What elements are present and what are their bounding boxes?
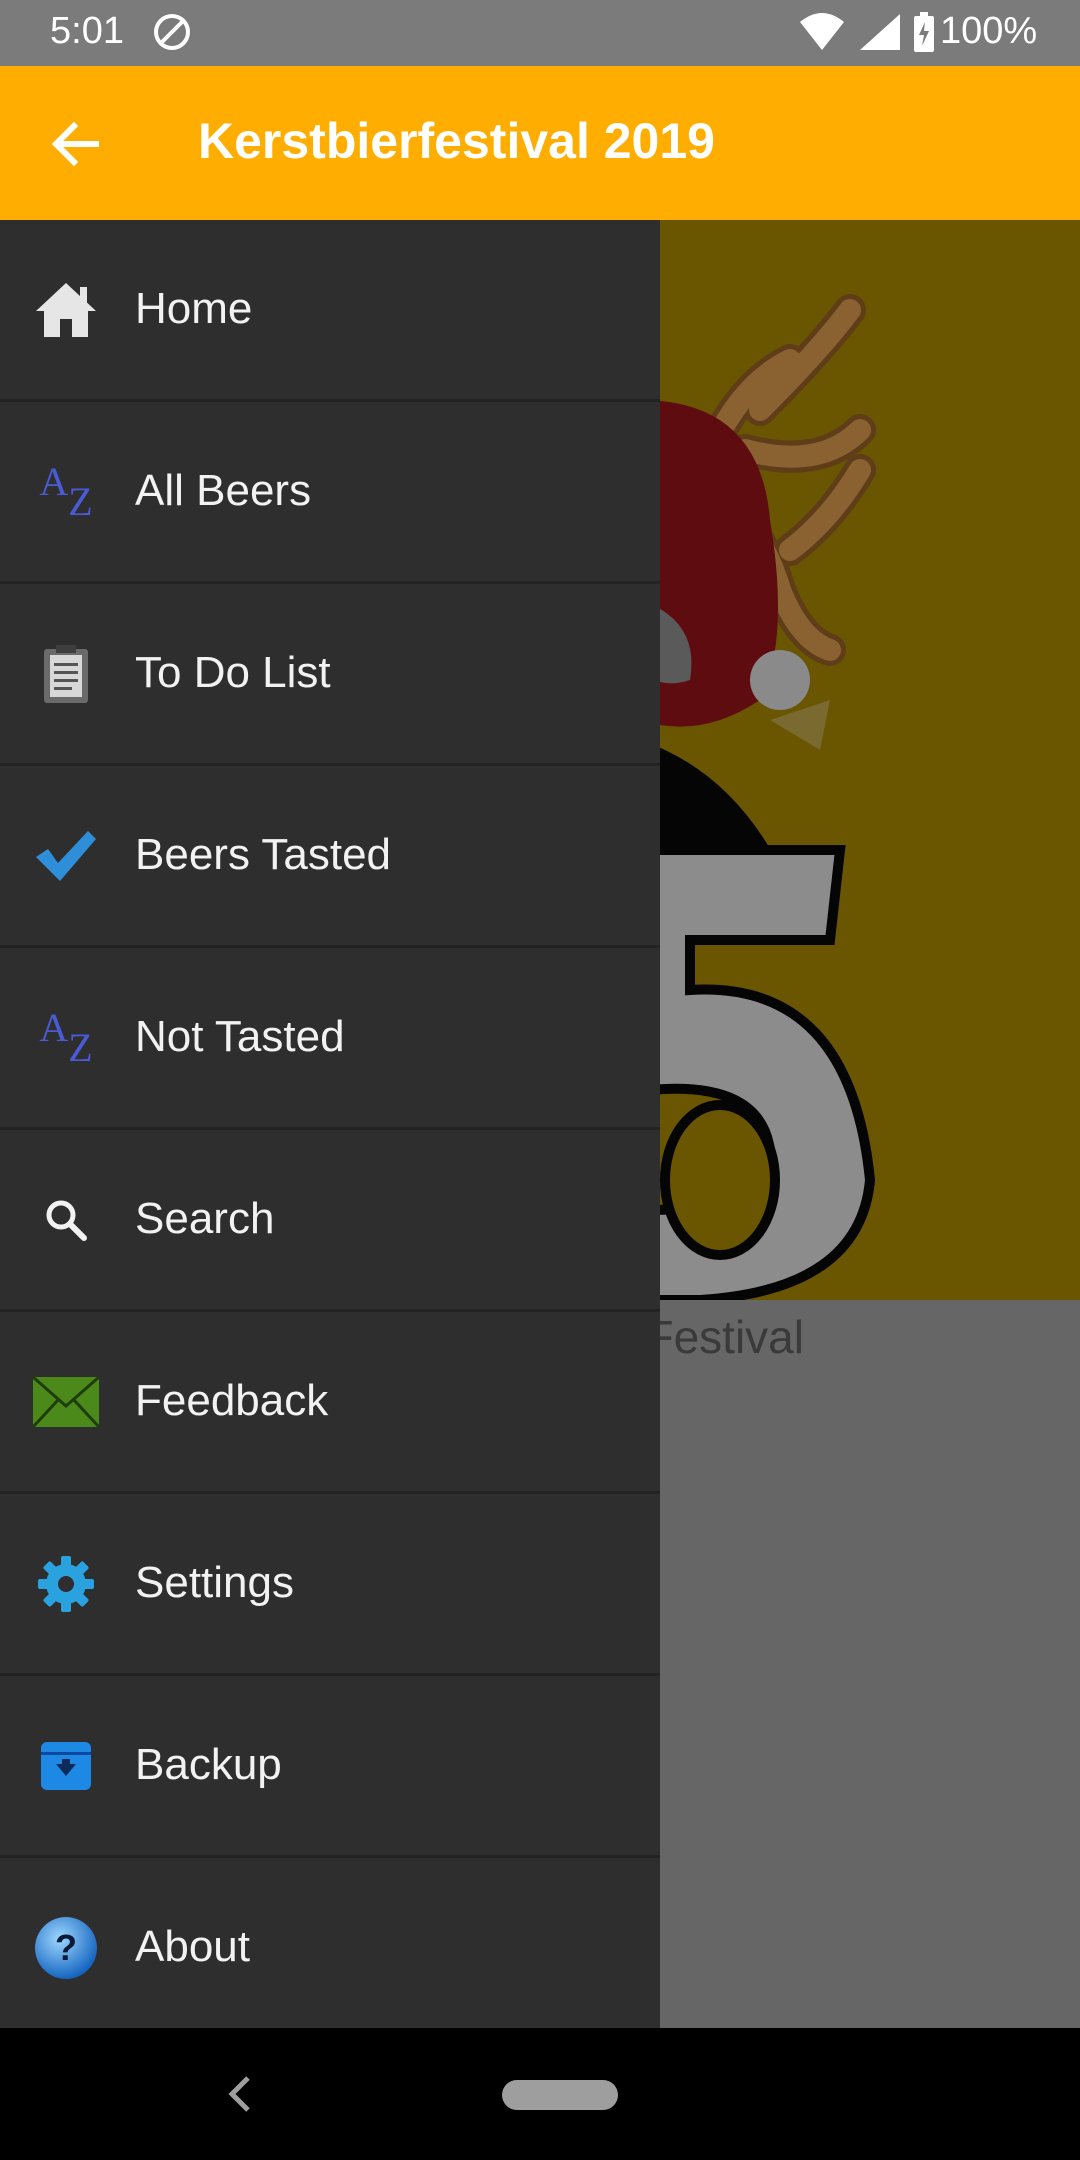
at-sign-icon — [154, 14, 190, 50]
drawer-item-label: Settings — [135, 1558, 294, 1607]
drawer-item-all-beers[interactable]: AZ All Beers — [0, 402, 660, 584]
drawer-item-label: To Do List — [135, 648, 331, 697]
drawer-item-label: Search — [135, 1194, 275, 1243]
drawer-item-not-tasted[interactable]: AZ Not Tasted — [0, 948, 660, 1130]
search-icon — [32, 1186, 100, 1254]
envelope-icon — [32, 1368, 100, 1436]
drawer-item-label: All Beers — [135, 466, 312, 515]
archive-icon — [32, 1732, 100, 1800]
gear-icon — [32, 1550, 100, 1618]
drawer-item-home[interactable]: Home — [0, 220, 660, 402]
clipboard-icon — [32, 640, 100, 708]
az-sort-icon: AZ — [39, 459, 93, 524]
nav-home-pill[interactable] — [502, 2080, 618, 2110]
nav-back-icon[interactable] — [224, 2072, 254, 2116]
az-sort-icon: AZ — [39, 1005, 93, 1070]
status-bar: 5:01 100% — [0, 0, 1080, 66]
drawer-item-about[interactable]: ? About — [0, 1858, 660, 2037]
navigation-drawer: Home AZ All Beers To Do List Beers Taste… — [0, 220, 660, 2028]
battery-icon — [914, 12, 934, 52]
drawer-item-settings[interactable]: Settings — [0, 1494, 660, 1676]
battery-percent: 100% — [940, 10, 1038, 52]
checkmark-icon — [32, 822, 100, 890]
system-nav-bar — [0, 2028, 1080, 2160]
drawer-item-feedback[interactable]: Feedback — [0, 1312, 660, 1494]
drawer-item-label: Backup — [135, 1740, 282, 1789]
drawer-item-label: Beers Tasted — [135, 830, 392, 879]
page-title: Kerstbierfestival 2019 — [198, 113, 715, 169]
home-icon — [32, 276, 100, 344]
status-time: 5:01 — [50, 10, 124, 52]
drawer-item-search[interactable]: Search — [0, 1130, 660, 1312]
drawer-item-beers-tasted[interactable]: Beers Tasted — [0, 766, 660, 948]
wifi-icon — [800, 13, 844, 50]
help-icon: ? — [32, 1914, 100, 1982]
signal-icon — [860, 14, 900, 50]
drawer-item-label: About — [135, 1922, 250, 1971]
drawer-item-label: Feedback — [135, 1376, 329, 1425]
drawer-item-label: Not Tasted — [135, 1012, 345, 1061]
svg-text:?: ? — [55, 1927, 77, 1968]
drawer-item-backup[interactable]: Backup — [0, 1676, 660, 1858]
status-indicators: 100% — [750, 8, 1080, 58]
drawer-item-to-do-list[interactable]: To Do List — [0, 584, 660, 766]
drawer-item-label: Home — [135, 284, 253, 333]
app-bar: Kerstbierfestival 2019 — [0, 66, 1080, 220]
arrow-back-icon[interactable] — [46, 114, 106, 174]
